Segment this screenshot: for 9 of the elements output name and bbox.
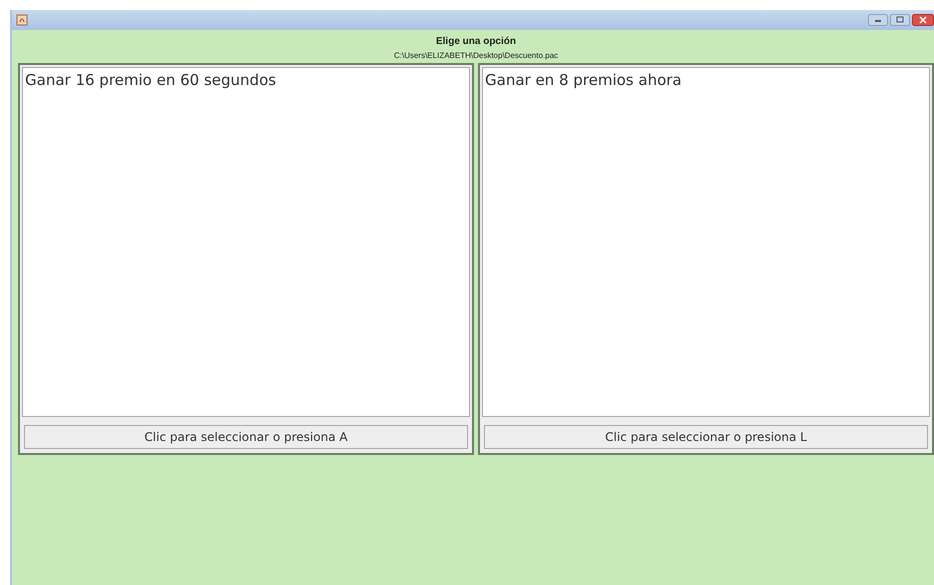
text-area[interactable]: Ganar 16 premio en 60 segundos [22, 67, 470, 417]
minimize-icon[interactable] [868, 14, 888, 26]
select-button[interactable]: Clic para seleccionar o presiona L [484, 425, 928, 449]
file-path: C:\Users\ELIZABETH\Desktop\Descuento.pac [392, 51, 560, 60]
text-area[interactable]: Ganar en 8 premios ahora [482, 67, 930, 417]
select-button[interactable]: Clic para seleccionar o presiona A [24, 425, 468, 449]
maximize-icon[interactable] [890, 14, 910, 26]
close-icon[interactable] [912, 14, 934, 26]
dialog-title: Elige una opción [434, 36, 517, 47]
